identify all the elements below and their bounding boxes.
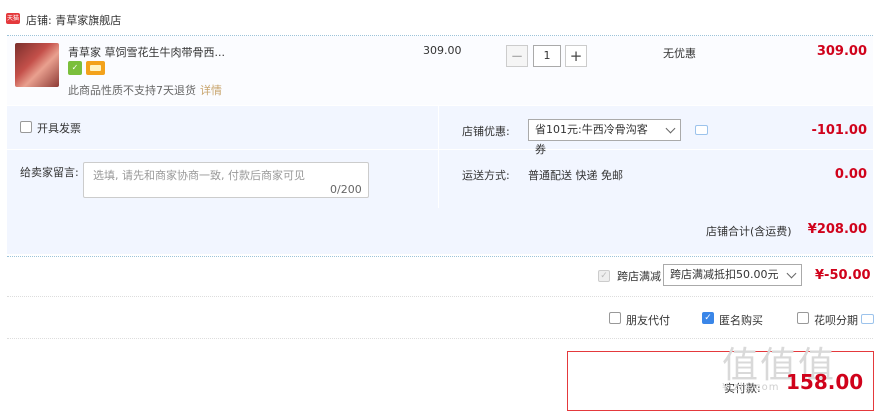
- card-badge-icon: [86, 61, 105, 75]
- payment-amount: 158.00: [786, 370, 864, 394]
- cross-store-checkbox[interactable]: ✓: [598, 270, 610, 282]
- anonymous-label[interactable]: 匿名购买: [719, 312, 763, 328]
- info-icon[interactable]: [861, 314, 874, 324]
- chevron-down-icon: [786, 268, 797, 279]
- cross-store-amount: ¥-50.00: [815, 268, 871, 283]
- guarantee-badge-icon: ✓: [68, 61, 82, 75]
- invoice-label[interactable]: 开具发票: [37, 120, 81, 136]
- product-discount: 无优惠: [663, 47, 696, 60]
- divider: [7, 296, 873, 298]
- shipping-label: 运送方式:: [462, 169, 510, 182]
- quantity-plus-button[interactable]: +: [565, 45, 587, 67]
- cross-store-label: 跨店满减: [617, 270, 661, 283]
- message-label: 给卖家留言:: [20, 166, 79, 179]
- cross-store-select[interactable]: 跨店满减抵扣50.00元: [663, 264, 802, 286]
- invoice-checkbox[interactable]: [20, 121, 32, 133]
- quantity-minus-button[interactable]: −: [506, 45, 528, 67]
- shop-name[interactable]: 店铺: 青草家旗舰店: [26, 12, 121, 28]
- product-title[interactable]: 青草家 草饲雪花生牛肉带骨西...: [68, 44, 225, 60]
- product-row-total: 309.00: [816, 44, 867, 59]
- return-policy-note: 此商品性质不支持7天退货 详情: [68, 82, 222, 98]
- chevron-down-icon: [665, 123, 676, 134]
- shipping-method: 普通配送 快递 免邮: [528, 169, 623, 182]
- huabei-label[interactable]: 花呗分期: [814, 312, 858, 328]
- friend-pay-label[interactable]: 朋友代付: [626, 312, 670, 328]
- unit-price: 309.00: [423, 44, 462, 57]
- chat-icon[interactable]: [695, 125, 708, 135]
- message-char-count: 0/200: [330, 183, 362, 196]
- return-policy-text: 此商品性质不支持7天退货: [68, 84, 196, 97]
- subtotal-label: 店铺合计(含运费): [706, 225, 792, 238]
- shop-discount-select[interactable]: 省101元:牛西冷骨沟客券: [528, 119, 681, 156]
- friend-pay-checkbox[interactable]: [609, 312, 621, 324]
- message-placeholder: 选填, 请先和商家协商一致, 付款后商家可见: [93, 169, 305, 182]
- huabei-checkbox[interactable]: [797, 312, 809, 324]
- shop-icon: 天猫: [6, 13, 20, 24]
- divider: [438, 106, 439, 208]
- subtotal-amount: ¥208.00: [807, 222, 867, 237]
- divider: [7, 149, 873, 150]
- shop-discount-amount: -101.00: [811, 123, 867, 138]
- product-thumbnail[interactable]: [15, 43, 59, 87]
- cross-store-value: 跨店满减抵扣50.00元: [670, 268, 779, 281]
- watermark-small: ¥ zhi.com: [722, 382, 780, 393]
- shop-discount-label: 店铺优惠:: [462, 125, 510, 138]
- shipping-amount: 0.00: [834, 167, 867, 182]
- quantity-input[interactable]: 1: [533, 45, 561, 67]
- return-detail-link[interactable]: 详情: [200, 84, 222, 97]
- anonymous-checkbox[interactable]: ✓: [702, 312, 714, 324]
